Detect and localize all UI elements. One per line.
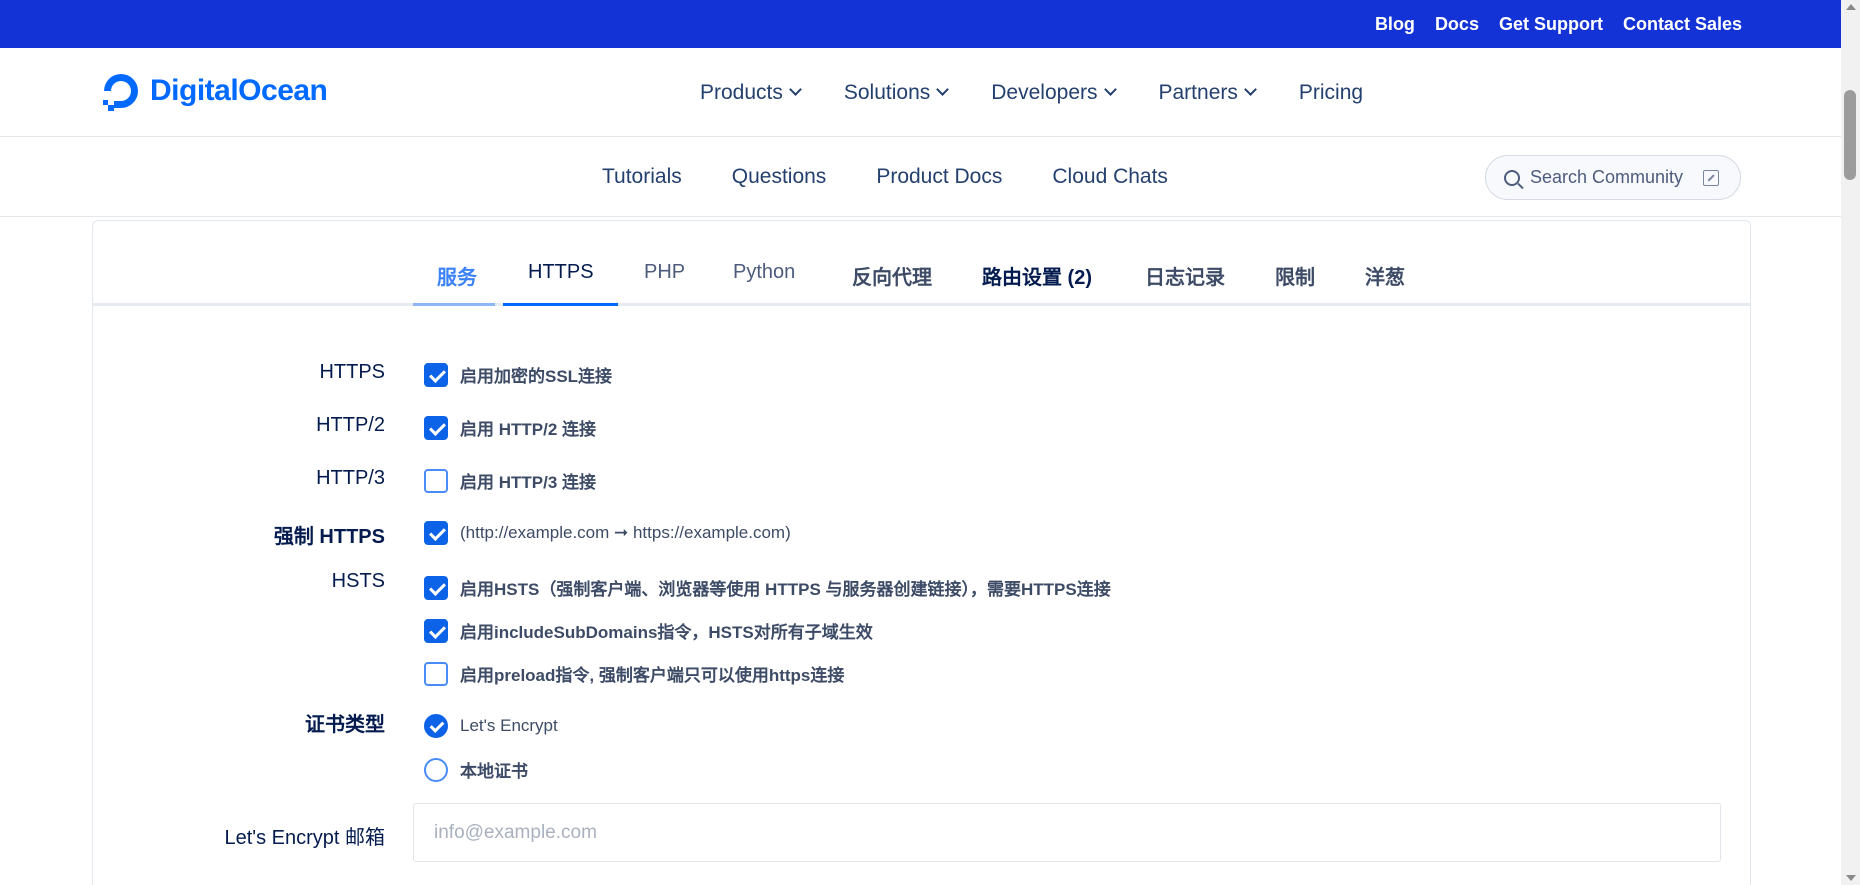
config-tabs: 服务 HTTPS PHP Python 反向代理 路由设置 (2) 日志记录 限… xyxy=(93,221,1750,306)
cert-local-option[interactable]: 本地证书 xyxy=(424,757,528,782)
chevron-down-icon xyxy=(789,83,802,96)
tab-php[interactable]: PHP xyxy=(644,261,685,284)
hsts-option-label: 启用HSTS（强制客户端、浏览器等使用 HTTPS 与服务器创建链接），需要HT… xyxy=(460,580,1111,599)
email-label: Let's Encrypt 邮箱 xyxy=(224,827,385,849)
config-card: 服务 HTTPS PHP Python 反向代理 路由设置 (2) 日志记录 限… xyxy=(92,220,1751,885)
tutorials-link[interactable]: Tutorials xyxy=(602,165,682,189)
nav-partners-label: Partners xyxy=(1158,80,1238,104)
http2-option[interactable]: 启用 HTTP/2 连接 xyxy=(424,415,596,440)
tab-limits[interactable]: 限制 xyxy=(1275,261,1315,290)
tab-onion[interactable]: 洋葱 xyxy=(1365,261,1405,290)
https-label: HTTPS xyxy=(319,361,385,383)
main-nav: DigitalOcean Products Solutions Develope… xyxy=(0,48,1841,137)
http2-checkbox[interactable] xyxy=(424,415,448,440)
hsts-label: HSTS xyxy=(331,570,385,592)
top-bar: Blog Docs Get Support Contact Sales xyxy=(0,0,1841,48)
chevron-down-icon xyxy=(936,83,950,96)
hsts-subdomains-option[interactable]: 启用includeSubDomains指令，HSTS对所有子域生效 xyxy=(424,618,873,643)
digitalocean-logo[interactable]: DigitalOcean xyxy=(100,70,328,112)
main-nav-items: Products Solutions Developers Partners P… xyxy=(700,48,1363,137)
contact-sales-link[interactable]: Contact Sales xyxy=(1623,14,1742,35)
nav-products[interactable]: Products xyxy=(700,80,802,105)
force-https-option-label: (http://example.com ➞ https://example.co… xyxy=(460,523,791,542)
scroll-down-arrow-icon[interactable] xyxy=(1846,875,1856,881)
force-https-option[interactable]: (http://example.com ➞ https://example.co… xyxy=(424,521,791,545)
hsts-checkbox[interactable] xyxy=(424,575,448,600)
community-nav: Tutorials Questions Product Docs Cloud C… xyxy=(0,137,1841,217)
search-community-input[interactable]: Search Community xyxy=(1485,155,1741,200)
cloud-chats-link[interactable]: Cloud Chats xyxy=(1052,165,1168,189)
hsts-subdomains-option-label: 启用includeSubDomains指令，HSTS对所有子域生效 xyxy=(460,623,873,642)
page-scrollbar[interactable] xyxy=(1841,0,1860,885)
blog-link[interactable]: Blog xyxy=(1375,14,1415,35)
tab-routing[interactable]: 路由设置 (2) xyxy=(982,261,1092,290)
http3-option-label: 启用 HTTP/3 连接 xyxy=(460,473,597,492)
tab-service-underline xyxy=(413,303,495,306)
product-docs-link[interactable]: Product Docs xyxy=(876,165,1002,189)
tab-python[interactable]: Python xyxy=(733,261,795,284)
search-icon xyxy=(1504,169,1520,186)
nav-products-label: Products xyxy=(700,80,783,104)
nav-partners[interactable]: Partners xyxy=(1158,80,1257,105)
digitalocean-logo-icon xyxy=(103,74,138,111)
scroll-up-arrow-icon[interactable] xyxy=(1846,4,1856,10)
tab-logging[interactable]: 日志记录 xyxy=(1145,261,1225,290)
nav-developers-label: Developers xyxy=(991,80,1098,104)
tab-reverse-proxy[interactable]: 反向代理 xyxy=(852,261,932,290)
hsts-preload-checkbox[interactable] xyxy=(424,661,448,686)
nav-pricing[interactable]: Pricing xyxy=(1299,81,1363,105)
hsts-option[interactable]: 启用HSTS（强制客户端、浏览器等使用 HTTPS 与服务器创建链接），需要HT… xyxy=(424,575,1111,600)
http2-option-label: 启用 HTTP/2 连接 xyxy=(460,420,597,439)
force-https-checkbox[interactable] xyxy=(424,521,448,545)
cert-type-label: 证书类型 xyxy=(305,714,385,736)
cert-letsencrypt-radio[interactable] xyxy=(424,714,448,738)
questions-link[interactable]: Questions xyxy=(732,165,827,189)
nav-solutions-label: Solutions xyxy=(843,80,931,104)
http3-label: HTTP/3 xyxy=(316,467,385,489)
letsencrypt-email-input[interactable] xyxy=(413,803,1721,862)
brand-name: DigitalOcean xyxy=(150,74,328,107)
community-nav-items: Tutorials Questions Product Docs Cloud C… xyxy=(602,137,1168,217)
nav-developers[interactable]: Developers xyxy=(991,80,1117,105)
cert-local-radio[interactable] xyxy=(424,757,448,782)
nav-solutions[interactable]: Solutions xyxy=(843,80,950,105)
hsts-preload-option[interactable]: 启用preload指令, 强制客户端只可以使用https连接 xyxy=(424,661,844,686)
hsts-subdomains-checkbox[interactable] xyxy=(424,618,448,643)
hsts-preload-option-label: 启用preload指令, 强制客户端只可以使用https连接 xyxy=(460,666,845,685)
tab-service[interactable]: 服务 xyxy=(437,261,477,290)
chevron-down-icon xyxy=(1244,83,1257,96)
http3-checkbox[interactable] xyxy=(424,468,448,493)
get-support-link[interactable]: Get Support xyxy=(1499,14,1603,35)
top-links: Blog Docs Get Support Contact Sales xyxy=(1375,0,1742,48)
cert-local-label: 本地证书 xyxy=(460,762,528,781)
tab-https[interactable]: HTTPS xyxy=(528,261,594,284)
force-https-label: 强制 HTTPS xyxy=(273,526,385,548)
http3-option[interactable]: 启用 HTTP/3 连接 xyxy=(424,468,596,493)
cert-letsencrypt-option[interactable]: Let's Encrypt xyxy=(424,714,558,738)
https-checkbox[interactable] xyxy=(424,362,448,387)
chevron-down-icon xyxy=(1103,83,1117,96)
tab-https-underline xyxy=(503,303,618,306)
cert-letsencrypt-label: Let's Encrypt xyxy=(460,716,558,735)
keyboard-shortcut-icon xyxy=(1703,169,1720,186)
nav-pricing-label: Pricing xyxy=(1298,80,1364,104)
scrollbar-thumb[interactable] xyxy=(1844,90,1856,180)
http2-label: HTTP/2 xyxy=(316,414,385,436)
https-option-label: 启用加密的SSL连接 xyxy=(460,367,613,386)
https-option[interactable]: 启用加密的SSL连接 xyxy=(424,362,612,387)
search-placeholder: Search Community xyxy=(1530,167,1684,187)
docs-link[interactable]: Docs xyxy=(1435,14,1479,35)
